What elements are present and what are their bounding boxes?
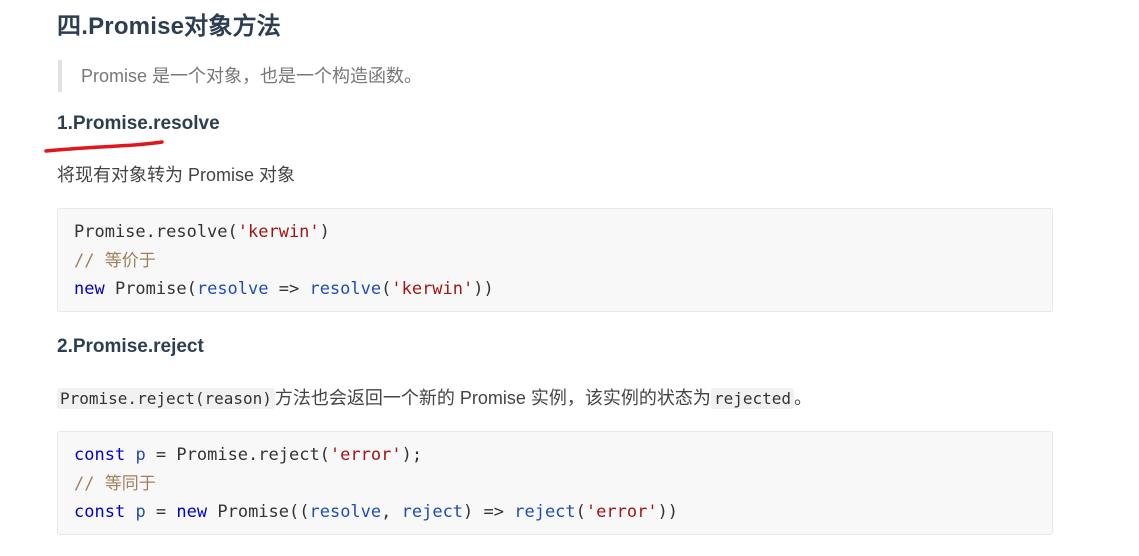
- code-token: = Promise.reject(: [145, 445, 330, 465]
- code-keyword: new: [74, 279, 105, 299]
- blockquote: Promise 是一个对象，也是一个构造函数。: [58, 60, 422, 92]
- code-param: resolve: [309, 502, 382, 522]
- code-token: Promise((: [207, 502, 310, 522]
- code-variable: p: [135, 502, 146, 522]
- code-string: 'kerwin': [237, 222, 320, 242]
- code-string: 'error': [585, 502, 658, 522]
- code-token: (: [575, 502, 586, 522]
- code-line: new Promise(resolve => resolve('kerwin')…: [74, 275, 1036, 304]
- reject-description-text: 方法也会返回一个新的 Promise 实例，该实例的状态为: [274, 388, 711, 408]
- code-block-reject: const p = Promise.reject('error'); // 等同…: [57, 431, 1053, 535]
- reject-description-end: 。: [794, 388, 812, 408]
- code-block-resolve: Promise.resolve('kerwin') // 等价于 new Pro…: [57, 208, 1053, 312]
- inline-code-rejected: rejected: [710, 388, 794, 409]
- code-token: ): [319, 222, 330, 242]
- code-token: (: [381, 279, 392, 299]
- code-line: const p = new Promise((resolve, reject) …: [74, 498, 1036, 527]
- code-token: )): [657, 502, 679, 522]
- resolve-description: 将现有对象转为 Promise 对象: [57, 165, 296, 185]
- code-string: 'kerwin': [391, 279, 474, 299]
- code-keyword: const: [74, 445, 126, 465]
- code-string: 'error': [329, 445, 402, 465]
- code-token: ,: [381, 502, 402, 522]
- code-line: // 等价于: [74, 247, 1036, 276]
- code-line: const p = Promise.reject('error');: [74, 441, 1036, 470]
- code-line: Promise.resolve('kerwin'): [74, 218, 1036, 247]
- code-keyword: const: [74, 502, 126, 522]
- code-token: )): [473, 279, 494, 299]
- quote-text: Promise 是一个对象，也是一个构造函数。: [81, 66, 423, 86]
- reject-description: Promise.reject(reason) 方法也会返回一个新的 Promise…: [57, 384, 812, 410]
- code-call: reject: [514, 502, 576, 522]
- page-heading: 四.Promise对象方法: [57, 13, 281, 40]
- code-comment: // 等同于: [74, 473, 156, 494]
- section-title-reject: 2.Promise.reject: [57, 336, 204, 357]
- code-line: // 等同于: [74, 470, 1036, 499]
- code-variable: p: [135, 445, 146, 465]
- code-token: Promise(: [104, 279, 197, 299]
- code-call: resolve: [309, 279, 382, 299]
- code-keyword: new: [176, 502, 208, 522]
- inline-code-reject-call: Promise.reject(reason): [57, 388, 275, 409]
- code-token: );: [401, 445, 423, 465]
- code-comment: // 等价于: [74, 250, 156, 271]
- code-param: resolve: [196, 279, 269, 299]
- code-token: Promise.resolve(: [74, 222, 238, 242]
- code-token: =: [145, 502, 177, 522]
- code-token: ) =>: [463, 502, 515, 522]
- code-token: =>: [268, 279, 310, 299]
- code-param: reject: [401, 502, 464, 522]
- section-title-resolve: 1.Promise.resolve: [57, 113, 220, 134]
- red-underline-annotation: [44, 140, 164, 153]
